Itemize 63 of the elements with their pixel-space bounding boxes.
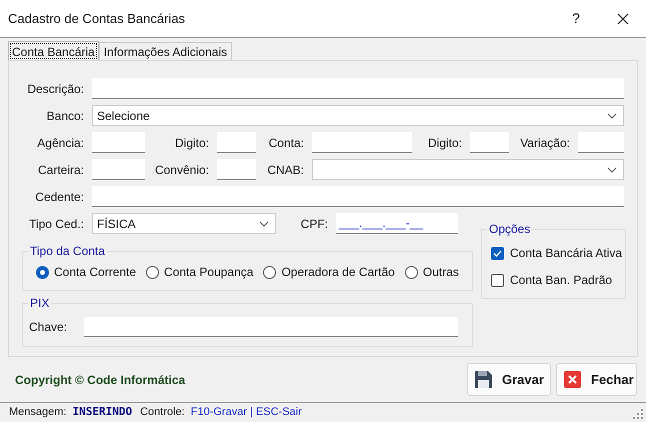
field-label: Conta: bbox=[268, 134, 305, 152]
close-button[interactable]: Fechar bbox=[556, 363, 637, 396]
input-field[interactable] bbox=[92, 159, 145, 180]
radio-label: Outras bbox=[422, 264, 459, 281]
field-label: Digito: bbox=[426, 134, 463, 152]
radio-label: Conta Corrente bbox=[54, 264, 136, 281]
group-title: Tipo da Conta bbox=[28, 243, 107, 259]
dropdown[interactable]: FÍSICA bbox=[92, 213, 276, 234]
control-label: Controle: bbox=[140, 405, 185, 420]
field-label: CPF: bbox=[300, 216, 329, 232]
field-label: Banco: bbox=[46, 108, 85, 124]
input-field[interactable] bbox=[470, 132, 509, 153]
chevron-down-icon bbox=[607, 166, 617, 172]
radio-button[interactable] bbox=[404, 266, 418, 278]
radio-button[interactable] bbox=[36, 266, 49, 278]
dropdown[interactable]: Selecione bbox=[92, 105, 624, 126]
input-field[interactable] bbox=[578, 132, 624, 153]
checkbox[interactable] bbox=[491, 246, 504, 260]
field-label: Digito: bbox=[174, 134, 210, 152]
radio-option[interactable]: Conta Poupança bbox=[146, 263, 254, 281]
input-field[interactable] bbox=[312, 132, 412, 153]
radio-option[interactable]: Operadora de Cartão bbox=[263, 263, 395, 281]
input-field[interactable] bbox=[92, 186, 624, 207]
input-field[interactable]: ___.___.___-__ bbox=[336, 213, 458, 234]
chevron-down-icon bbox=[607, 112, 617, 118]
field-label: CNAB: bbox=[266, 162, 305, 178]
field-label: Variação: bbox=[519, 134, 571, 152]
input-field[interactable] bbox=[92, 78, 624, 99]
field-label: Tipo Ced.: bbox=[28, 216, 85, 232]
copyright-text: Copyright © Code Informática bbox=[15, 372, 186, 388]
field-label: Carteira: bbox=[36, 162, 85, 178]
resize-grip-icon[interactable] bbox=[633, 409, 643, 419]
field-label: Convênio: bbox=[154, 162, 210, 178]
radio-label: Conta Poupança bbox=[164, 264, 254, 281]
radio-button[interactable] bbox=[146, 266, 160, 278]
input-field[interactable] bbox=[84, 317, 458, 337]
input-field[interactable] bbox=[92, 132, 145, 153]
field-label: Agência: bbox=[36, 134, 85, 152]
checkbox-label: Conta Ban. Padrão bbox=[510, 272, 612, 289]
radio-option[interactable]: Outras bbox=[404, 263, 459, 281]
group-title: Opções bbox=[487, 221, 532, 237]
tab[interactable]: Informações Adicionais bbox=[98, 42, 232, 60]
save-button[interactable]: Gravar bbox=[467, 363, 551, 396]
radio-label: Operadora de Cartão bbox=[281, 264, 395, 281]
close-icon bbox=[617, 12, 629, 24]
window-title: Cadastro de Contas Bancárias bbox=[8, 10, 186, 28]
checkbox-label: Conta Bancária Ativa bbox=[510, 245, 622, 262]
help-button[interactable]: ? bbox=[553, 0, 599, 37]
message-label: Mensagem: bbox=[9, 405, 66, 420]
checkbox[interactable] bbox=[491, 274, 504, 286]
field-label: Chave: bbox=[29, 319, 68, 336]
input-field[interactable] bbox=[217, 159, 256, 180]
checkmark-icon bbox=[493, 250, 502, 256]
field-label: Descrição: bbox=[26, 80, 85, 98]
message-value: INSERINDO bbox=[72, 404, 132, 420]
chevron-down-icon bbox=[259, 220, 269, 226]
radio-option[interactable]: Conta Corrente bbox=[36, 263, 136, 281]
field-label: Cedente: bbox=[34, 188, 85, 206]
close-icon bbox=[564, 371, 581, 388]
input-field[interactable] bbox=[217, 132, 256, 153]
control-value: F10-Gravar | ESC-Sair bbox=[190, 405, 302, 420]
tab[interactable]: Conta Bancária bbox=[8, 41, 99, 61]
radio-button[interactable] bbox=[263, 266, 276, 278]
